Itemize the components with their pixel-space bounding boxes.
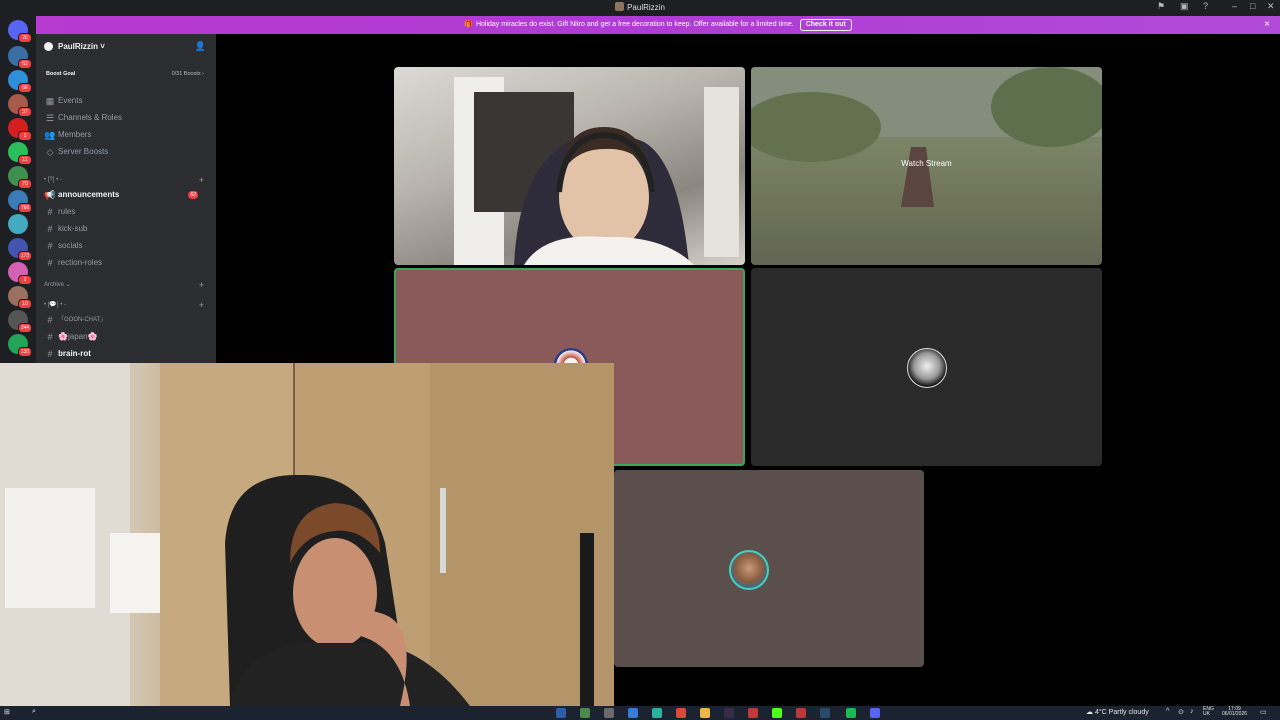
server-avatar-icon <box>615 2 625 11</box>
streamer-webcam-image <box>0 363 614 706</box>
help-icon[interactable]: ? <box>1203 1 1208 11</box>
network-icon[interactable]: ⊙ <box>1178 708 1184 716</box>
discord-icon[interactable] <box>870 708 880 718</box>
weather-widget[interactable]: ☁ 4°C Partly cloudy <box>1086 708 1149 716</box>
nitro-promo-banner: 🎁 Holiday miracles do exist. Gift Nitro a… <box>36 16 1280 34</box>
server-icon[interactable]: 244 <box>8 310 32 333</box>
banner-close-icon[interactable]: × <box>1264 16 1270 34</box>
video-tile-stream[interactable]: Watch Stream <box>751 67 1102 265</box>
server-icon[interactable]: 66 <box>8 70 32 93</box>
list-icon: ☰ <box>45 113 55 123</box>
app-icon[interactable] <box>796 708 806 718</box>
app-icon[interactable] <box>748 708 758 718</box>
calendar-icon: ▦ <box>45 96 55 106</box>
megaphone-icon: 📢 <box>44 190 56 200</box>
sidebar-item-server-boosts[interactable]: ◇ Server Boosts <box>44 145 208 159</box>
members-icon: 👥 <box>44 130 56 140</box>
volume-icon[interactable]: ♪ <box>1190 708 1194 715</box>
channel-goon-chat[interactable]: # 「GOON-CHAT」 <box>44 313 208 327</box>
screen-share-icon[interactable]: ▣ <box>1180 1 1189 12</box>
category-header[interactable]: • [?] • - + <box>44 174 208 186</box>
server-icon[interactable]: 2 <box>8 262 32 285</box>
server-header[interactable]: PaulRizzin ˅ 👤 <box>36 34 216 60</box>
title-bar: PaulRizzin ⚑ ▣ ? – □ ✕ <box>0 0 1280 16</box>
server-icon[interactable]: 766 <box>8 190 32 213</box>
app-icon[interactable] <box>652 708 662 718</box>
hash-icon: # <box>47 241 53 251</box>
channel-sidebar: PaulRizzin ˅ 👤 Boost Goal 0/31 Boosts › … <box>36 34 216 364</box>
minimize-icon[interactable]: – <box>1232 1 1237 11</box>
language-indicator[interactable]: ENG UK <box>1203 707 1214 717</box>
app-icon[interactable] <box>580 708 590 718</box>
server-icon[interactable]: 173 <box>8 238 32 261</box>
tray-chevron-icon[interactable]: ^ <box>1166 708 1169 715</box>
hash-icon: # <box>47 207 53 217</box>
boost-icon: ◇ <box>46 147 54 157</box>
server-icon[interactable]: 1 <box>8 118 32 141</box>
add-friend-icon[interactable]: 👤 <box>195 41 206 52</box>
add-channel-icon[interactable]: + <box>199 279 204 291</box>
gift-icon: 🎁 <box>464 21 473 28</box>
channel-announcements[interactable]: 📢 announcements 62 <box>44 188 208 202</box>
app-icon[interactable] <box>724 708 734 718</box>
voice-tile[interactable] <box>614 470 924 667</box>
webcam-person-image <box>454 77 739 265</box>
hash-icon: # <box>47 315 53 325</box>
server-icon[interactable]: 11 <box>8 142 32 165</box>
webcam-overlay <box>0 363 614 706</box>
voice-tile[interactable] <box>751 268 1102 466</box>
hash-icon: # <box>47 332 53 342</box>
watch-stream-button[interactable]: Watch Stream <box>751 159 1102 168</box>
clock[interactable]: 17:09 06/01/2026 <box>1222 707 1247 717</box>
add-channel-icon[interactable]: + <box>199 299 204 311</box>
app-icon[interactable] <box>604 708 614 718</box>
sidebar-item-channels-roles[interactable]: ☰ Channels & Roles <box>44 111 208 125</box>
chrome-icon[interactable] <box>676 708 686 718</box>
user-avatar <box>729 550 769 590</box>
search-icon[interactable]: ⌕ <box>32 708 36 716</box>
mention-badge: 62 <box>188 191 198 199</box>
video-tile-webcam[interactable] <box>394 67 745 265</box>
start-icon[interactable]: ⊞ <box>4 708 10 716</box>
channel-socials[interactable]: # socials <box>44 239 208 253</box>
channel-rection-roles[interactable]: # rection-roles <box>44 256 208 270</box>
category-header[interactable]: • [💬] • - + <box>44 299 208 311</box>
check-it-out-button[interactable]: Check it out <box>799 19 852 31</box>
channel-kick-sub[interactable]: # kick-sub <box>44 222 208 236</box>
hash-icon: # <box>47 224 53 234</box>
spotify-icon[interactable] <box>846 708 856 718</box>
close-icon[interactable]: ✕ <box>1267 1 1275 12</box>
notification-icon[interactable]: ▭ <box>1260 708 1267 716</box>
server-icon[interactable]: 70 <box>8 166 32 189</box>
server-icon[interactable]: 10 <box>8 286 32 309</box>
server-icon[interactable]: 62 <box>8 46 32 69</box>
server-logo-icon <box>44 42 53 51</box>
category-archive[interactable]: Archive ⌄ + <box>44 279 208 291</box>
weather-icon: ☁ <box>1086 709 1093 716</box>
app-icon[interactable] <box>556 708 566 718</box>
sidebar-item-events[interactable]: ▦ Events <box>44 94 208 108</box>
home-icon[interactable]: 20 <box>8 20 32 43</box>
add-channel-icon[interactable]: + <box>199 174 204 186</box>
channel-brain-rot[interactable]: # brain-rot <box>44 347 208 361</box>
boost-goal[interactable]: Boost Goal 0/31 Boosts › <box>40 67 208 81</box>
server-icon[interactable]: 37 <box>8 94 32 117</box>
maximize-icon[interactable]: □ <box>1250 1 1255 11</box>
hash-icon: # <box>47 349 53 359</box>
server-icon[interactable]: 130 <box>8 334 32 357</box>
chevron-down-icon: ˅ <box>100 42 105 51</box>
window-title: PaulRizzin <box>0 2 1280 12</box>
channel-japan[interactable]: # 🌸japan🌸 <box>44 330 208 344</box>
user-avatar <box>907 348 947 388</box>
channel-rules[interactable]: # rules <box>44 205 208 219</box>
windows-taskbar: ⊞ ⌕ ☁ 4°C Partly cloudy ^ ⊙ ♪ ENG UK 17:0… <box>0 706 1280 720</box>
server-icon[interactable] <box>8 214 28 234</box>
kick-icon[interactable] <box>772 708 782 718</box>
hash-icon: # <box>47 258 53 268</box>
inbox-icon[interactable]: ⚑ <box>1157 1 1165 12</box>
steam-icon[interactable] <box>820 708 830 718</box>
app-icon[interactable] <box>628 708 638 718</box>
folder-icon[interactable] <box>700 708 710 718</box>
sidebar-item-members[interactable]: 👥 Members <box>44 128 208 142</box>
